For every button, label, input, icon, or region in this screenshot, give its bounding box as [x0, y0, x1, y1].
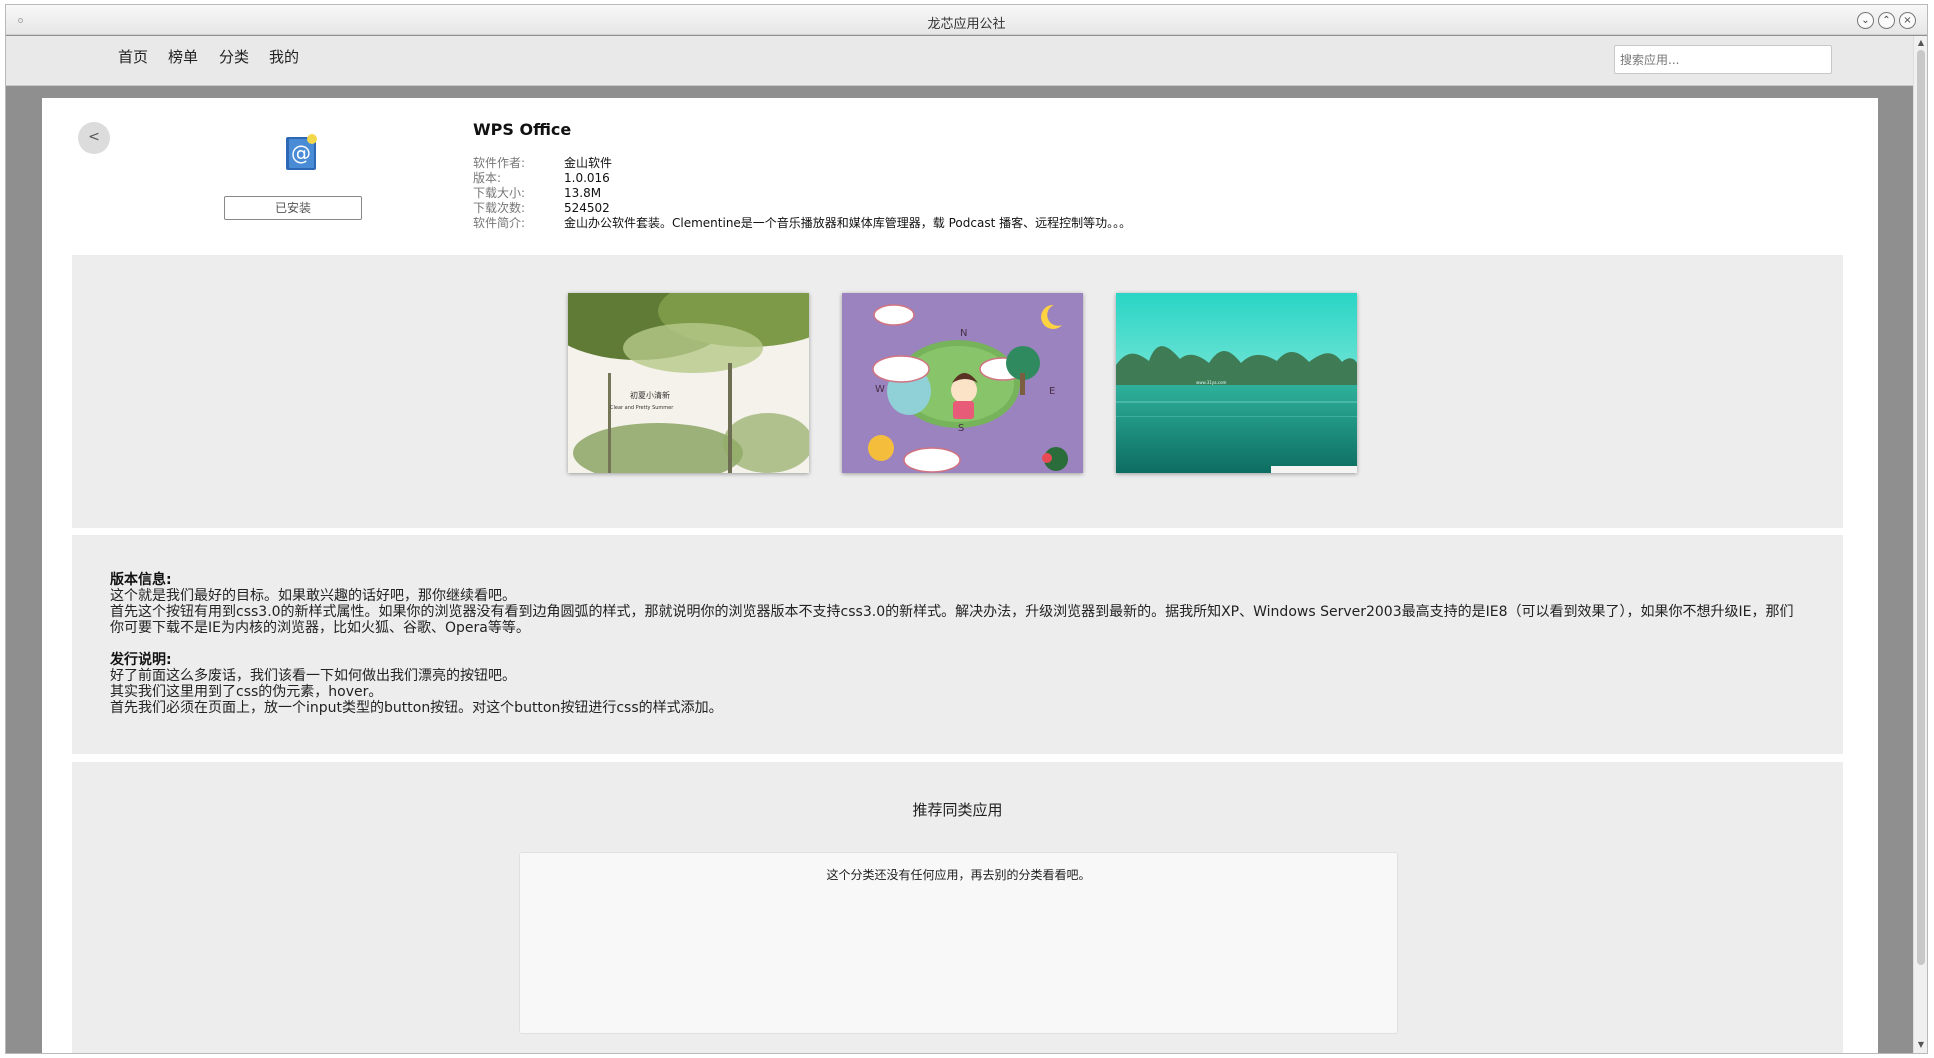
app-name: WPS Office: [473, 120, 572, 139]
mail-at-icon: @: [281, 133, 321, 173]
info-row-version: 版本: 1.0.016: [473, 171, 1131, 186]
release-line-3: 首先我们必须在页面上，放一个input类型的button按钮。对这个button…: [110, 700, 723, 716]
app-detail-page: < @ 已安装 WPS Office 软件作者: 金山软件 版本: 1.0.01…: [42, 98, 1878, 1053]
info-label: 下载大小:: [473, 186, 526, 200]
compass-letter-e: E: [1049, 386, 1055, 397]
info-row-summary: 软件简介: 金山办公软件套装。Clementine是一个音乐播放器和媒体库管理器…: [473, 216, 1131, 231]
compass-letter-s: S: [958, 423, 964, 434]
nav-mine[interactable]: 我的: [269, 46, 299, 67]
related-title: 推荐同类应用: [912, 801, 1003, 819]
screenshot-caption: 初夏小清新: [630, 390, 670, 400]
related-apps-panel: 推荐同类应用 这个分类还没有任何应用，再去别的分类看看吧。: [72, 762, 1843, 1053]
screenshot-3[interactable]: www.31ya.com: [1116, 293, 1357, 473]
title-bar: 龙芯应用公社 ⌄ ⌃ ×: [6, 5, 1927, 35]
nav-rankings[interactable]: 榜单: [168, 46, 198, 67]
info-label: 软件简介:: [473, 216, 526, 230]
related-apps-box: 这个分类还没有任何应用，再去别的分类看看吧。: [519, 852, 1398, 1034]
version-line-1: 这个就是我们最好的目标。如果敢兴趣的话好吧，那你继续看吧。: [110, 588, 516, 604]
info-label: 下载次数:: [473, 201, 526, 215]
app-window: 龙芯应用公社 ⌄ ⌃ × 首页 榜单 分类 我的 < @ 已安装 WPS Off…: [5, 4, 1928, 1054]
release-line-1: 好了前面这么多废话，我们该看一下如何做出我们漂亮的按钮吧。: [110, 668, 516, 684]
screenshot-1[interactable]: 初夏小清新 Clear and Pretty Summer: [568, 293, 809, 473]
nav-categories[interactable]: 分类: [219, 46, 249, 67]
installed-button[interactable]: 已安装: [224, 196, 362, 220]
info-row-author: 软件作者: 金山软件: [473, 156, 1131, 171]
release-line-2: 其实我们这里用到了css的伪元素，hover。: [110, 684, 383, 700]
info-value: 524502: [564, 201, 610, 215]
info-label: 软件作者:: [473, 156, 526, 170]
page-scrollbar[interactable]: ▲ ▼: [1913, 36, 1927, 1053]
screenshots-panel: 初夏小清新 Clear and Pretty Summer N E W S ww…: [72, 255, 1843, 528]
maximize-button[interactable]: ⌃: [1878, 12, 1895, 29]
info-value: 1.0.016: [564, 171, 610, 185]
info-label: 版本:: [473, 171, 502, 185]
compass-letter-w: W: [875, 384, 885, 395]
info-value: 13.8M: [564, 186, 602, 200]
screenshot-watermark: www.31ya.com: [1196, 380, 1227, 385]
info-row-downloads: 下载次数: 524502: [473, 201, 1131, 216]
version-line-2: 首先这个按钮有用到css3.0的新样式属性。如果你的浏览器没有看到边角圆弧的样式…: [110, 604, 1794, 636]
empty-message: 这个分类还没有任何应用，再去别的分类看看吧。: [826, 868, 1091, 882]
search-input[interactable]: [1614, 45, 1832, 74]
svg-text:@: @: [291, 141, 311, 165]
release-heading: 发行说明:: [110, 652, 172, 668]
info-value: 金山办公软件套装。Clementine是一个音乐播放器和媒体库管理器，载 Pod…: [564, 216, 1132, 230]
screenshot-caption-en: Clear and Pretty Summer: [610, 405, 674, 411]
scroll-down-icon[interactable]: ▼: [1917, 1040, 1925, 1049]
screenshot-2[interactable]: N E W S: [842, 293, 1083, 473]
minimize-button[interactable]: ⌄: [1857, 12, 1874, 29]
compass-letter-n: N: [960, 328, 967, 339]
app-info-table: 软件作者: 金山软件 版本: 1.0.016 下载大小: 13.8M 下载次数:…: [473, 156, 1131, 231]
info-row-size: 下载大小: 13.8M: [473, 186, 1131, 201]
scroll-thumb[interactable]: [1917, 50, 1925, 965]
version-heading: 版本信息:: [110, 572, 172, 588]
window-title: 龙芯应用公社: [927, 17, 1006, 32]
description-panel: 版本信息: 这个就是我们最好的目标。如果敢兴趣的话好吧，那你继续看吧。 首先这个…: [72, 535, 1843, 754]
close-button[interactable]: ×: [1899, 12, 1916, 29]
scroll-up-icon[interactable]: ▲: [1917, 38, 1925, 47]
info-value: 金山软件: [564, 156, 613, 170]
nav-home[interactable]: 首页: [118, 46, 148, 67]
back-button[interactable]: <: [78, 122, 110, 154]
